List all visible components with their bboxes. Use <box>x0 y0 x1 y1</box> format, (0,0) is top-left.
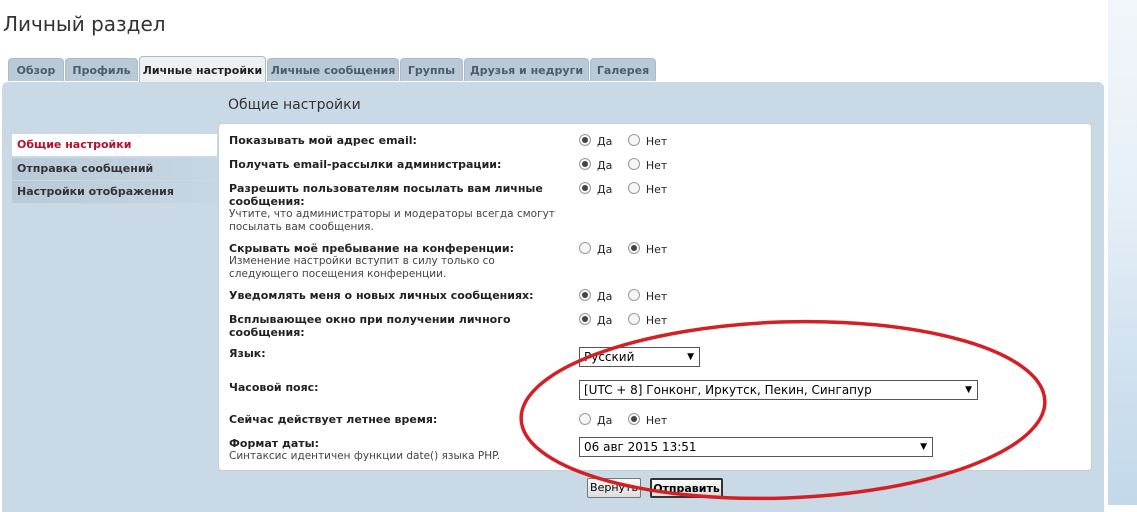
sidebar-item-posting[interactable]: Отправка сообщений <box>12 158 217 180</box>
setting-label: Язык: <box>229 347 266 360</box>
dropdown-arrow-icon: ▼ <box>965 385 972 395</box>
radio-no[interactable] <box>627 182 640 194</box>
section-title: Общие настройки <box>228 97 361 113</box>
dropdown-arrow-icon: ▼ <box>687 352 694 362</box>
radio-yes[interactable] <box>579 313 591 325</box>
setting-label: Получать email-рассылки администрации: <box>229 158 502 171</box>
setting-popup-pm: Всплывающее окно при получении личного с… <box>229 313 511 339</box>
radio-group-popup-pm: Да Нет <box>579 313 679 327</box>
setting-hint-line1: Учтите, что администраторы и модераторы … <box>229 208 555 220</box>
setting-notify-pm: Уведомлять меня о новых личных сообщения… <box>229 289 534 302</box>
radio-yes[interactable] <box>579 182 591 194</box>
tab-private-messages[interactable]: Личные сообщения <box>267 58 399 81</box>
radio-group-admin-mailing: Да Нет <box>579 158 679 172</box>
tab-personal-settings[interactable]: Личные настройки <box>139 56 266 82</box>
reset-button[interactable]: Вернуть <box>587 478 641 498</box>
setting-timezone: Часовой пояс: <box>229 381 319 394</box>
setting-hint-line2: следующего посещения конференции. <box>229 268 447 280</box>
setting-label: Скрывать моё пребывание на конференции: <box>229 242 515 255</box>
radio-group-allow-pm: Да Нет <box>579 182 679 196</box>
radio-yes[interactable] <box>579 289 591 301</box>
setting-label: Часовой пояс: <box>229 381 319 394</box>
setting-label: Формат даты: <box>229 437 319 450</box>
radio-yes[interactable] <box>579 134 591 146</box>
language-select-value: Русский <box>584 350 635 364</box>
setting-show-email: Показывать мой адрес email: <box>229 134 417 147</box>
sidebar-item-general-settings[interactable]: Общие настройки <box>12 134 217 156</box>
radio-yes[interactable] <box>579 242 591 254</box>
setting-label-line1: Разрешить пользователям посылать вам лич… <box>229 182 543 195</box>
radio-no[interactable] <box>627 242 640 254</box>
tab-groups[interactable]: Группы <box>400 58 463 81</box>
tab-profile[interactable]: Профиль <box>65 58 138 81</box>
dropdown-arrow-icon: ▼ <box>920 442 927 452</box>
setting-hint-line1: Изменение настройки вступит в силу тольк… <box>229 255 495 267</box>
sidebar-item-display[interactable]: Настройки отображения <box>12 181 217 203</box>
setting-label: Сейчас действует летнее время: <box>229 413 438 426</box>
desktop-background <box>1108 0 1137 505</box>
setting-label-line2: сообщения: <box>229 326 305 339</box>
setting-allow-pm: Разрешить пользователям посылать вам лич… <box>229 182 555 234</box>
radio-group-notify-pm: Да Нет <box>579 289 679 303</box>
setting-hide-online: Скрывать моё пребывание на конференции: … <box>229 242 514 281</box>
radio-no[interactable] <box>627 413 640 425</box>
setting-label-line1: Всплывающее окно при получении личного <box>229 313 511 326</box>
setting-admin-mailing: Получать email-рассылки администрации: <box>229 158 501 171</box>
settings-form: Показывать мой адрес email: Да Нет Получ… <box>218 123 1092 471</box>
setting-date-format: Формат даты: Синтаксис идентичен функции… <box>229 437 500 463</box>
setting-label: Показывать мой адрес email: <box>229 134 417 147</box>
tab-friends-foes[interactable]: Друзья и недруги <box>464 58 589 81</box>
radio-no[interactable] <box>627 134 640 146</box>
date-format-select[interactable]: 06 авг 2015 13:51 ▼ <box>579 437 933 457</box>
radio-no[interactable] <box>627 289 640 301</box>
setting-language: Язык: <box>229 347 266 360</box>
setting-hint-line2: посылать вам сообщения. <box>229 221 374 233</box>
radio-no[interactable] <box>627 313 640 325</box>
setting-label: Уведомлять меня о новых личных сообщения… <box>229 289 534 302</box>
radio-group-show-email: Да Нет <box>579 134 679 148</box>
tab-overview[interactable]: Обзор <box>8 58 64 81</box>
date-format-select-value: 06 авг 2015 13:51 <box>584 440 697 454</box>
setting-label-line2: сообщения: <box>229 195 305 208</box>
radio-yes[interactable] <box>579 158 591 170</box>
radio-no[interactable] <box>627 158 640 170</box>
radio-group-dst: Да Нет <box>579 413 679 427</box>
setting-hint: Синтаксис идентичен функции date() языка… <box>229 450 501 462</box>
language-select[interactable]: Русский ▼ <box>579 347 700 367</box>
timezone-select[interactable]: [UTC + 8] Гонконг, Иркутск, Пекин, Синга… <box>579 380 978 400</box>
radio-yes[interactable] <box>579 413 591 425</box>
submit-button[interactable]: Отправить <box>650 478 723 498</box>
setting-dst: Сейчас действует летнее время: <box>229 413 437 426</box>
page-title: Личный раздел <box>3 12 166 36</box>
timezone-select-value: [UTC + 8] Гонконг, Иркутск, Пекин, Синга… <box>584 383 872 397</box>
tab-gallery[interactable]: Галерея <box>590 58 656 81</box>
radio-group-hide-online: Да Нет <box>579 242 679 256</box>
